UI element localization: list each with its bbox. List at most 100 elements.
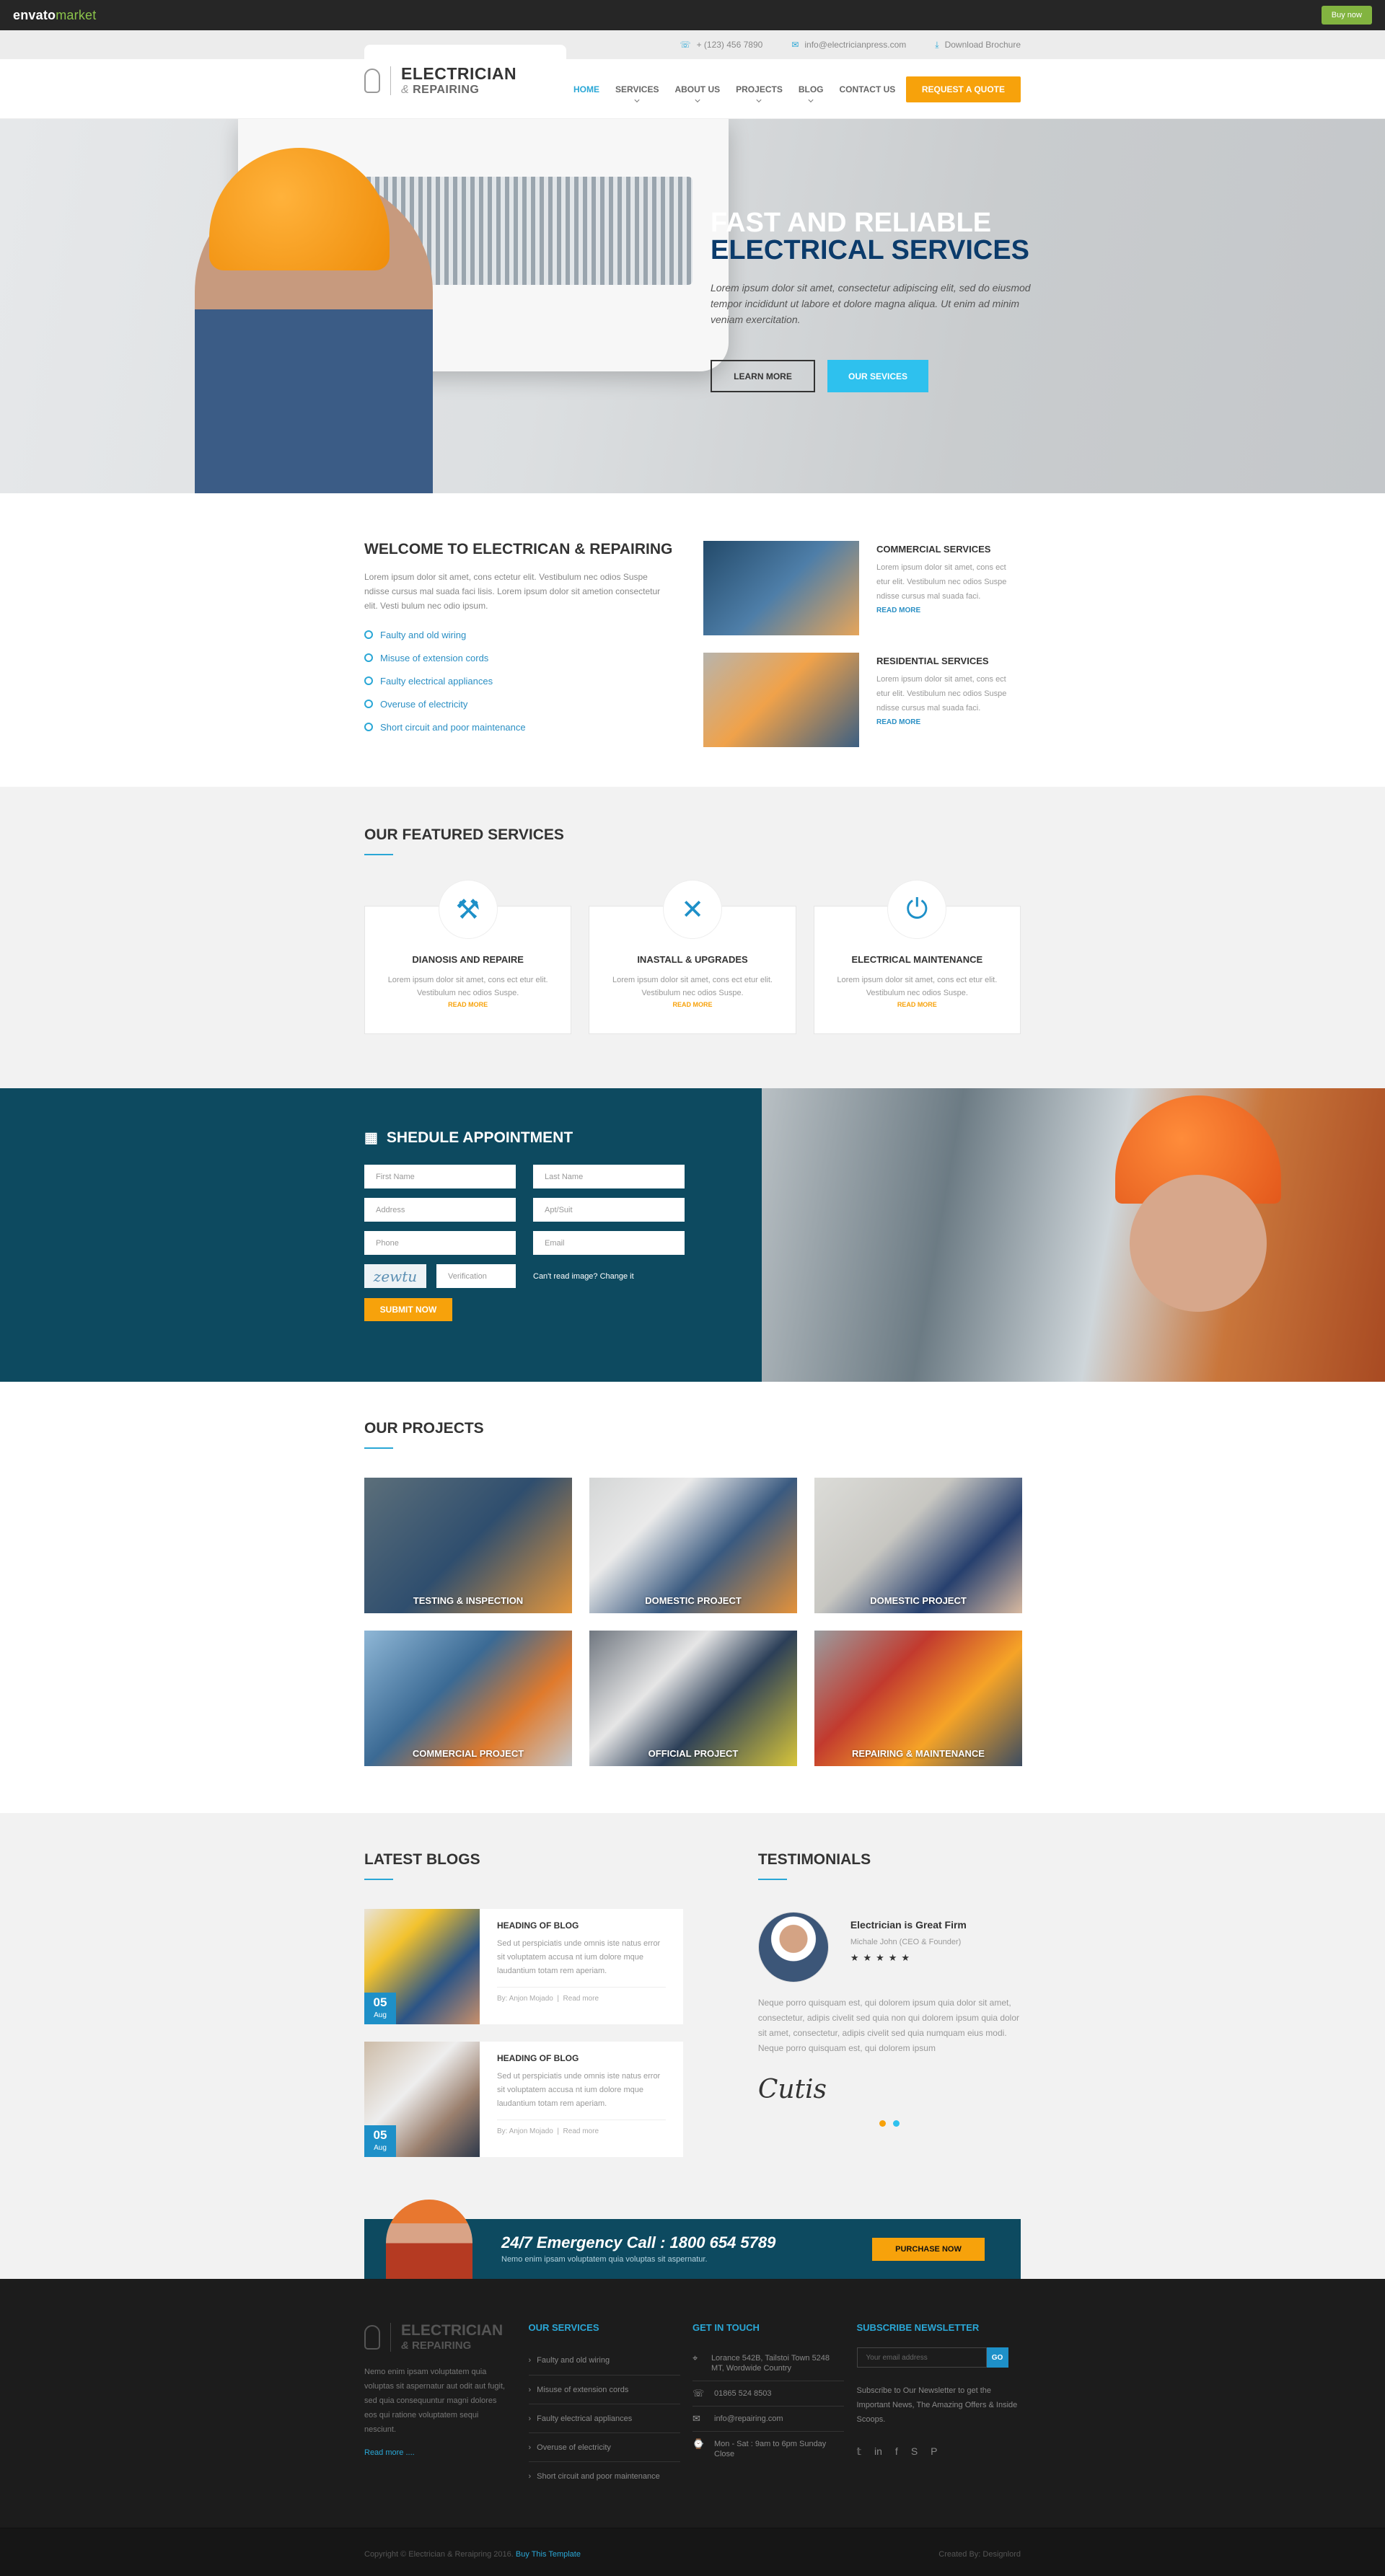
skype-icon[interactable]: S — [911, 2445, 918, 2458]
project-tile[interactable]: DOMESTIC PROJECT — [589, 1478, 797, 1613]
change-captcha-link[interactable]: Can't read image? Change it — [533, 1264, 685, 1288]
feature-item[interactable]: Faulty electrical appliances — [364, 669, 674, 692]
feature-item[interactable]: Misuse of extension cords — [364, 646, 674, 669]
buy-template-link[interactable]: Buy This Template — [516, 2550, 581, 2559]
footer-services-title: OUR SERVICES — [528, 2322, 599, 2333]
chevron-right-icon: › — [528, 2443, 532, 2452]
footer-service-link[interactable]: › Overuse of electricity — [528, 2432, 680, 2461]
nav-blog[interactable]: BLOG — [799, 84, 824, 94]
footer-hours: Mon - Sat : 9am to 6pm Sunday Close — [714, 2440, 827, 2458]
service-title: COMMERCIAL SERVICES — [876, 544, 991, 555]
nav-projects[interactable]: PROJECTS — [736, 84, 783, 94]
footer-service-link[interactable]: › Faulty electrical appliances — [528, 2404, 680, 2432]
blog-image: 05 Aug — [364, 1909, 480, 2024]
apt-field[interactable]: Apt/Suit — [533, 1198, 685, 1222]
project-tile[interactable]: REPAIRING & MAINTENANCE — [814, 1631, 1022, 1766]
our-services-button[interactable]: OUR SEVICES — [827, 360, 928, 392]
first-name-field[interactable]: First Name — [364, 1165, 516, 1188]
newsletter-email-input[interactable]: Your email address — [856, 2347, 987, 2368]
signature: Cutis — [757, 2075, 827, 2104]
nav-about-us[interactable]: ABOUT US — [674, 84, 720, 94]
clock-icon: ⌚ — [692, 2438, 705, 2449]
feature-item[interactable]: Overuse of electricity — [364, 692, 674, 715]
project-tile[interactable]: COMMERCIAL PROJECT — [364, 1631, 572, 1766]
carousel-dot[interactable] — [892, 2120, 900, 2127]
email-field[interactable]: Email — [533, 1231, 685, 1255]
envato-logo[interactable]: envatomarket — [13, 8, 96, 23]
pinterest-icon[interactable]: P — [931, 2445, 937, 2458]
featured-title: OUR FEATURED SERVICES — [364, 826, 564, 843]
submit-button[interactable]: SUBMIT NOW — [364, 1298, 452, 1321]
site-logo[interactable]: ELECTRICIAN & REPAIRING — [364, 44, 566, 117]
worker-icon: ⚒ — [455, 894, 480, 925]
read-more-link[interactable]: READ MORE — [814, 1001, 1020, 1008]
facebook-icon[interactable]: f — [895, 2445, 898, 2458]
feature-item[interactable]: Short circuit and poor maintenance — [364, 715, 674, 738]
footer-service-link[interactable]: › Faulty and old wiring — [529, 2346, 680, 2375]
last-name-field[interactable]: Last Name — [533, 1165, 685, 1188]
envato-bar: envatomarket Buy now — [0, 0, 1385, 30]
footer-read-more[interactable]: Read more .... — [364, 2448, 529, 2457]
verification-field[interactable]: Verification — [436, 1264, 516, 1288]
blog-read-more[interactable]: Read more — [563, 1995, 599, 2003]
linkedin-icon[interactable]: in — [874, 2445, 882, 2458]
request-quote-button[interactable]: REQUEST A QUOTE — [905, 76, 1021, 102]
footer-email[interactable]: info@repairing.com — [714, 2414, 783, 2424]
newsletter-go-button[interactable]: GO — [986, 2347, 1008, 2368]
nav-services[interactable]: SERVICES — [615, 84, 659, 94]
footer: ELECTRICIAN & REPAIRING Nemo enim ipsam v… — [0, 2279, 1385, 2528]
read-more-link[interactable]: READ MORE — [589, 1001, 795, 1008]
blog-read-more[interactable]: Read more — [563, 2127, 599, 2135]
title-underline — [364, 1879, 393, 1880]
footer-address: Lorance 542B, Tailstoi Town 5248 MT, Wor… — [711, 2354, 830, 2373]
footer-service-link[interactable]: › Misuse of extension cords — [528, 2375, 680, 2404]
buy-now-button[interactable]: Buy now — [1321, 6, 1372, 25]
hero-title-line1: FAST AND RELIABLE — [711, 208, 992, 238]
project-tile[interactable]: DOMESTIC PROJECT — [814, 1478, 1022, 1613]
read-more-link[interactable]: READ MORE — [365, 1001, 571, 1008]
purchase-now-button[interactable]: PURCHASE NOW — [872, 2237, 985, 2261]
address-field[interactable]: Address — [364, 1198, 516, 1222]
card-title: ELECTRICAL MAINTENANCE — [851, 954, 983, 965]
projects-section: OUR PROJECTS TESTING & INSPECTION DOMEST… — [0, 1382, 1385, 1813]
chevron-right-icon: › — [528, 2471, 532, 2481]
blog-title[interactable]: HEADING OF BLOG — [497, 1920, 666, 1931]
nav-home[interactable]: HOME — [573, 84, 599, 94]
phone-field[interactable]: Phone — [364, 1231, 516, 1255]
card-title: INASTALL & UPGRADES — [637, 954, 748, 965]
nav-contact-us[interactable]: CONTACT US — [840, 84, 896, 94]
power-icon: ⏻ — [906, 894, 928, 925]
email-info[interactable]: ✉ info@electricianpress.com — [791, 40, 906, 50]
blog-card[interactable]: 05 Aug HEADING OF BLOG Sed ut perspiciati… — [364, 2042, 683, 2157]
twitter-icon[interactable]: 𝕥 — [857, 2445, 862, 2458]
read-more-link[interactable]: READ MORE — [876, 606, 1021, 614]
chevron-right-icon: › — [528, 2414, 532, 2423]
commercial-service-image — [703, 541, 859, 635]
card-text: Lorem ipsum dolor sit amet, cons ect etu… — [387, 976, 548, 997]
location-icon: ⌖ — [692, 2352, 698, 2363]
circle-icon — [364, 723, 373, 731]
appointment-title: ▦ SHEDULE APPOINTMENT — [364, 1129, 573, 1147]
project-tile[interactable]: TESTING & INSPECTION — [364, 1478, 572, 1613]
testimonials: TESTIMONIALS Electrician is Great Firm M… — [757, 1851, 1021, 2157]
service-title: RESIDENTIAL SERVICES — [876, 656, 989, 666]
testimonial-heading: Electrician is Great Firm — [850, 1919, 967, 1931]
footer-logo[interactable]: ELECTRICIAN & REPAIRING — [364, 2322, 529, 2352]
title-underline — [364, 1447, 393, 1449]
read-more-link[interactable]: READ MORE — [876, 718, 1021, 726]
carousel-dot[interactable] — [879, 2120, 886, 2127]
footer-service-link[interactable]: › Short circuit and poor maintenance — [528, 2461, 680, 2490]
blog-date-badge: 05 Aug — [364, 1993, 396, 2024]
page: envatomarket Buy now ☏ + (123) 456 7890 ✉… — [0, 0, 1385, 2576]
download-brochure-link[interactable]: ⤓ Download Brochure — [935, 40, 1021, 50]
blog-card[interactable]: 05 Aug HEADING OF BLOG Sed ut perspiciati… — [364, 1909, 683, 2024]
mail-icon: ✉ — [692, 2413, 700, 2424]
hero-banner: FAST AND RELIABLE ELECTRICAL SERVICES Lo… — [0, 119, 1385, 493]
commercial-service: COMMERCIAL SERVICES Lorem ipsum dolor si… — [703, 541, 1021, 635]
blog-title[interactable]: HEADING OF BLOG — [497, 2053, 666, 2063]
project-tile[interactable]: OFFICIAL PROJECT — [589, 1631, 797, 1766]
learn-more-button[interactable]: LEARN MORE — [711, 360, 815, 392]
feature-item[interactable]: Faulty and old wiring — [364, 623, 674, 646]
service-card: ✕ INASTALL & UPGRADES Lorem ipsum dolor … — [589, 880, 796, 1034]
circle-icon — [364, 630, 373, 639]
